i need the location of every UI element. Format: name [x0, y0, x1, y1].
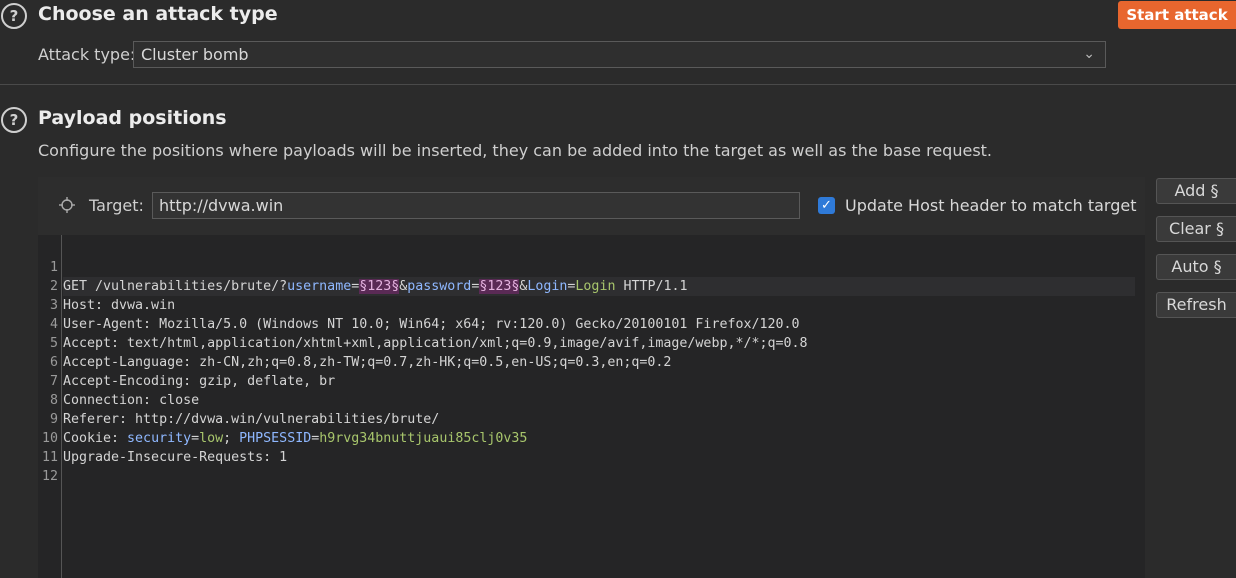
- line-number: 12: [41, 469, 58, 484]
- clear-marker-button[interactable]: Clear §: [1156, 216, 1236, 242]
- update-host-label[interactable]: Update Host header to match target: [845, 196, 1136, 215]
- request-line: 8 Referer: http://dvwa.win/vulnerabiliti…: [38, 372, 1145, 427]
- payload-positions-title: Payload positions: [38, 107, 227, 129]
- request-line: 4 Accept: text/html,application/xhtml+xm…: [38, 296, 1145, 351]
- target-bar: Target: http://dvwa.win ✓ Update Host he…: [38, 177, 1145, 235]
- target-input[interactable]: http://dvwa.win: [152, 192, 800, 219]
- help-icon[interactable]: ?: [1, 107, 27, 133]
- request-line: 12: [38, 448, 1145, 484]
- request-line: 10 Upgrade-Insecure-Requests: 1: [38, 410, 1145, 465]
- target-label: Target:: [89, 196, 144, 215]
- request-panel: Target: http://dvwa.win ✓ Update Host he…: [38, 177, 1145, 578]
- update-host-checkbox[interactable]: ✓: [818, 197, 835, 214]
- request-line: 5 Accept-Language: zh-CN,zh;q=0.8,zh-TW;…: [38, 315, 1145, 370]
- request-editor[interactable]: 1 GET /vulnerabilities/brute/?username=§…: [38, 235, 1145, 578]
- add-marker-button[interactable]: Add §: [1156, 178, 1236, 204]
- request-line: 9 Cookie: security=low; PHPSESSID=h9rvg3…: [38, 391, 1145, 446]
- request-line: 11: [38, 429, 1145, 465]
- attack-type-label: Attack type:: [38, 45, 136, 64]
- attack-type-value: Cluster bomb: [141, 45, 249, 64]
- request-line: 6 Accept-Encoding: gzip, deflate, br: [38, 334, 1145, 389]
- start-attack-button[interactable]: Start attack: [1118, 1, 1236, 29]
- attack-type-select[interactable]: Cluster bomb ⌄: [133, 41, 1106, 68]
- request-line: 3 User-Agent: Mozilla/5.0 (Windows NT 10…: [38, 277, 1145, 332]
- crosshair-icon: [59, 197, 75, 213]
- refresh-button[interactable]: Refresh: [1156, 292, 1236, 318]
- auto-marker-button[interactable]: Auto §: [1156, 254, 1236, 280]
- chevron-down-icon: ⌄: [1083, 46, 1095, 62]
- request-line: 1 GET /vulnerabilities/brute/?username=§…: [38, 239, 1145, 296]
- payload-positions-description: Configure the positions where payloads w…: [38, 141, 993, 160]
- section-divider: [0, 84, 1236, 85]
- request-line: 7 Connection: close: [38, 353, 1145, 408]
- attack-type-title: Choose an attack type: [38, 3, 278, 25]
- help-icon[interactable]: ?: [1, 3, 27, 29]
- request-line: 2 Host: dvwa.win: [38, 258, 1145, 313]
